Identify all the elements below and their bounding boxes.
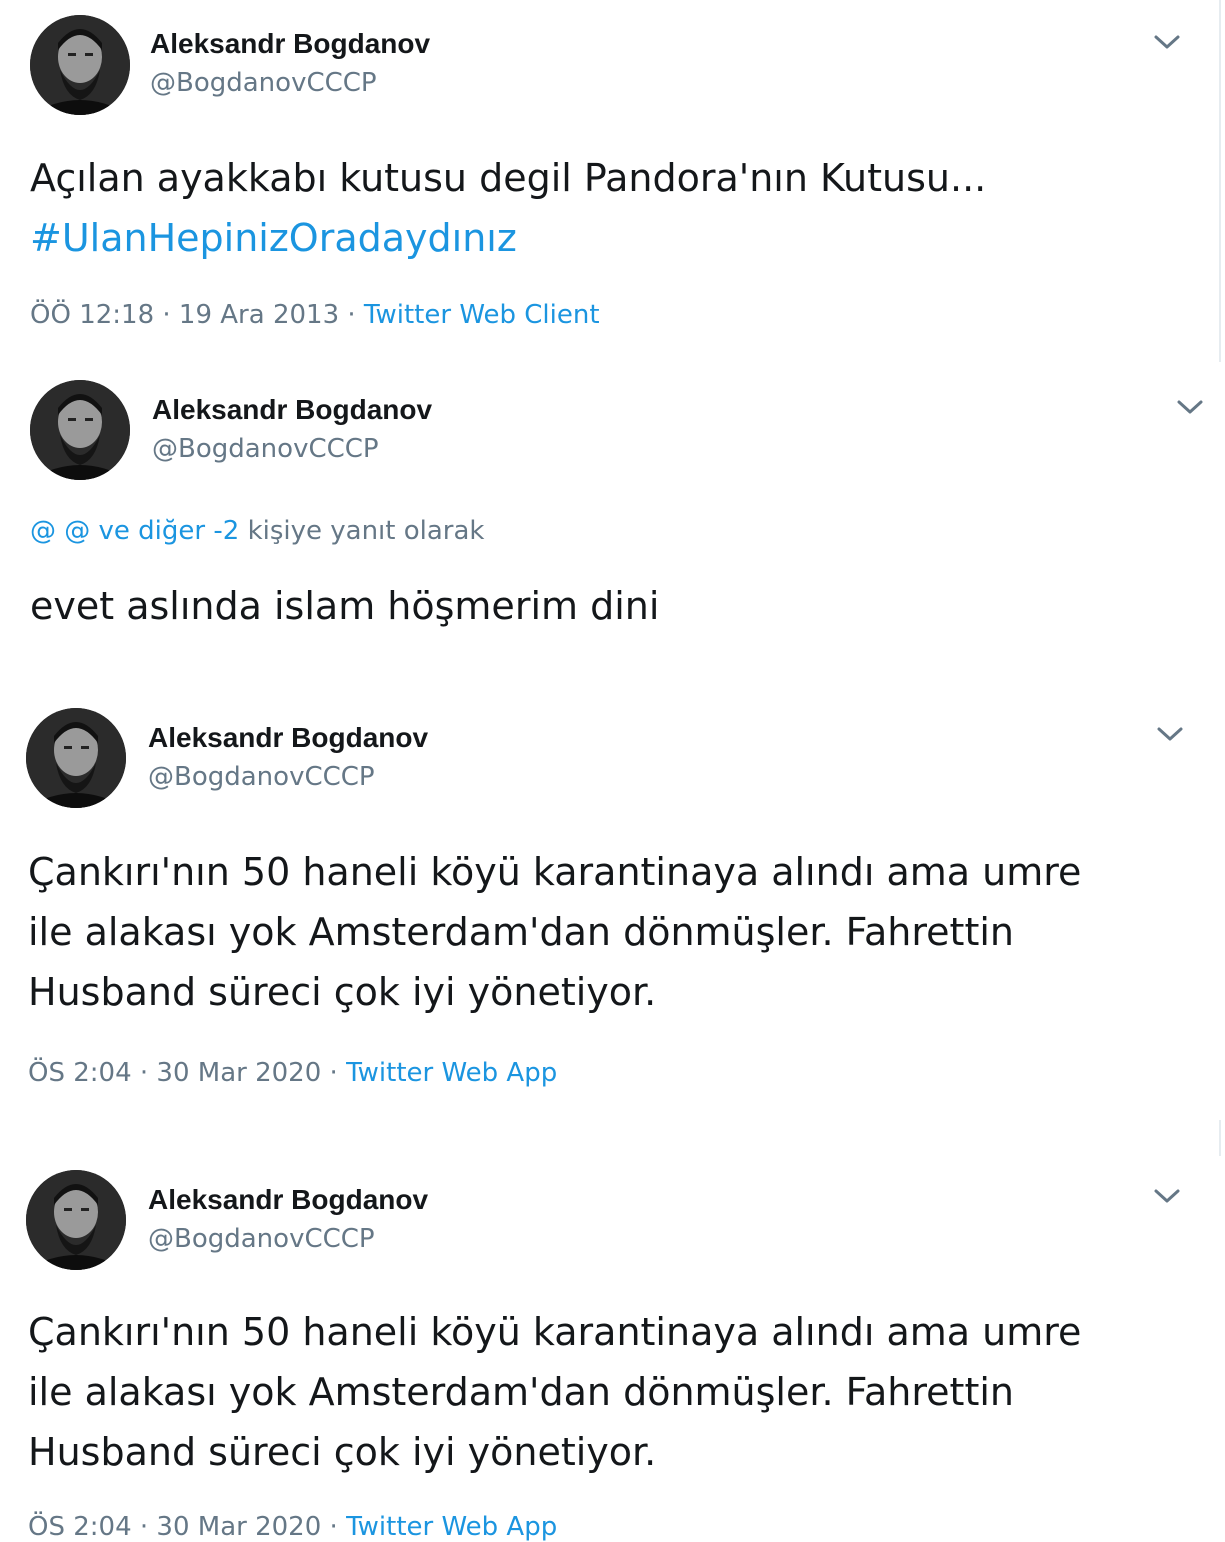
avatar[interactable] — [26, 708, 126, 808]
tweet-metadata: ÖÖ 12:18 · 19 Ara 2013 · Twitter Web Cli… — [30, 300, 600, 330]
username[interactable]: @BogdanovCCCP — [152, 434, 379, 464]
tweet-time[interactable]: ÖS 2:04 — [28, 1512, 132, 1542]
profile-photo-icon — [30, 380, 130, 480]
tweet-2[interactable]: Aleksandr Bogdanov @BogdanovCCCP @ @ ve … — [0, 364, 1225, 664]
separator: · — [139, 1512, 149, 1542]
separator: · — [162, 300, 171, 330]
username[interactable]: @BogdanovCCCP — [148, 762, 375, 792]
tweet-text: Açılan ayakkabı kutusu degil Pandora'nın… — [30, 148, 1190, 268]
tweet-text-line: Çankırı'nın 50 haneli köyü karantinaya a… — [28, 850, 1082, 894]
chevron-down-icon[interactable] — [1152, 1186, 1182, 1206]
tweet-metadata: ÖS 2:04 · 30 Mar 2020 · Twitter Web App — [28, 1512, 557, 1542]
reply-context: @ @ ve diğer -2 kişiye yanıt olarak — [30, 516, 484, 546]
hashtag-link[interactable]: #UlanHepinizOradaydınız — [30, 208, 1190, 268]
chevron-down-icon[interactable] — [1155, 724, 1185, 744]
display-name[interactable]: Aleksandr Bogdanov — [148, 1184, 428, 1216]
tweet-date[interactable]: 19 Ara 2013 — [179, 300, 339, 330]
profile-photo-icon — [26, 1170, 126, 1270]
source-link[interactable]: Twitter Web App — [346, 1058, 557, 1088]
avatar[interactable] — [26, 1170, 126, 1270]
separator: · — [329, 1058, 338, 1088]
source-link[interactable]: Twitter Web App — [346, 1512, 557, 1542]
profile-photo-icon — [30, 15, 130, 115]
display-name[interactable]: Aleksandr Bogdanov — [150, 28, 430, 60]
display-name[interactable]: Aleksandr Bogdanov — [148, 722, 428, 754]
reply-mentions-link[interactable]: @ @ ve diğer -2 — [30, 516, 239, 546]
profile-photo-icon — [26, 708, 126, 808]
tweet-text: evet aslında islam höşmerim dini — [30, 584, 660, 628]
tweet-text: Çankırı'nın 50 haneli köyü karantinaya a… — [28, 842, 1198, 1022]
tweet-date[interactable]: 30 Mar 2020 — [156, 1512, 321, 1542]
tweet-1[interactable]: Aleksandr Bogdanov @BogdanovCCCP Açılan … — [0, 0, 1225, 362]
divider — [1219, 0, 1221, 362]
separator: · — [329, 1512, 338, 1542]
tweet-text-line: ile alakası yok Amsterdam'dan dönmüşler.… — [28, 910, 1014, 954]
chevron-down-icon[interactable] — [1175, 397, 1205, 417]
avatar[interactable] — [30, 380, 130, 480]
source-link[interactable]: Twitter Web Client — [364, 300, 600, 330]
tweet-time[interactable]: ÖS 2:04 — [28, 1058, 132, 1088]
tweet-text-line: ile alakası yok Amsterdam'dan dönmüşler.… — [28, 1370, 1014, 1414]
tweet-text-line: Çankırı'nın 50 haneli köyü karantinaya a… — [28, 1310, 1082, 1354]
avatar[interactable] — [30, 15, 130, 115]
tweet-text-line: Husband süreci çok iyi yönetiyor. — [28, 970, 657, 1014]
separator: · — [347, 300, 356, 330]
tweet-date[interactable]: 30 Mar 2020 — [156, 1058, 321, 1088]
display-name[interactable]: Aleksandr Bogdanov — [152, 394, 432, 426]
tweet-text-line: Husband süreci çok iyi yönetiyor. — [28, 1430, 657, 1474]
tweet-text-line: Açılan ayakkabı kutusu degil Pandora'nın… — [30, 156, 987, 200]
username[interactable]: @BogdanovCCCP — [148, 1224, 375, 1254]
separator: · — [139, 1058, 149, 1088]
tweet-4[interactable]: Aleksandr Bogdanov @BogdanovCCCP Çankırı… — [0, 1156, 1225, 1542]
tweet-time[interactable]: ÖÖ 12:18 — [30, 300, 154, 330]
tweet-3[interactable]: Aleksandr Bogdanov @BogdanovCCCP Çankırı… — [0, 694, 1225, 1114]
reply-label: kişiye yanıt olarak — [247, 516, 485, 546]
chevron-down-icon[interactable] — [1152, 32, 1182, 52]
tweet-metadata: ÖS 2:04 · 30 Mar 2020 · Twitter Web App — [28, 1058, 557, 1088]
tweet-text: Çankırı'nın 50 haneli köyü karantinaya a… — [28, 1302, 1198, 1482]
username[interactable]: @BogdanovCCCP — [150, 68, 377, 98]
